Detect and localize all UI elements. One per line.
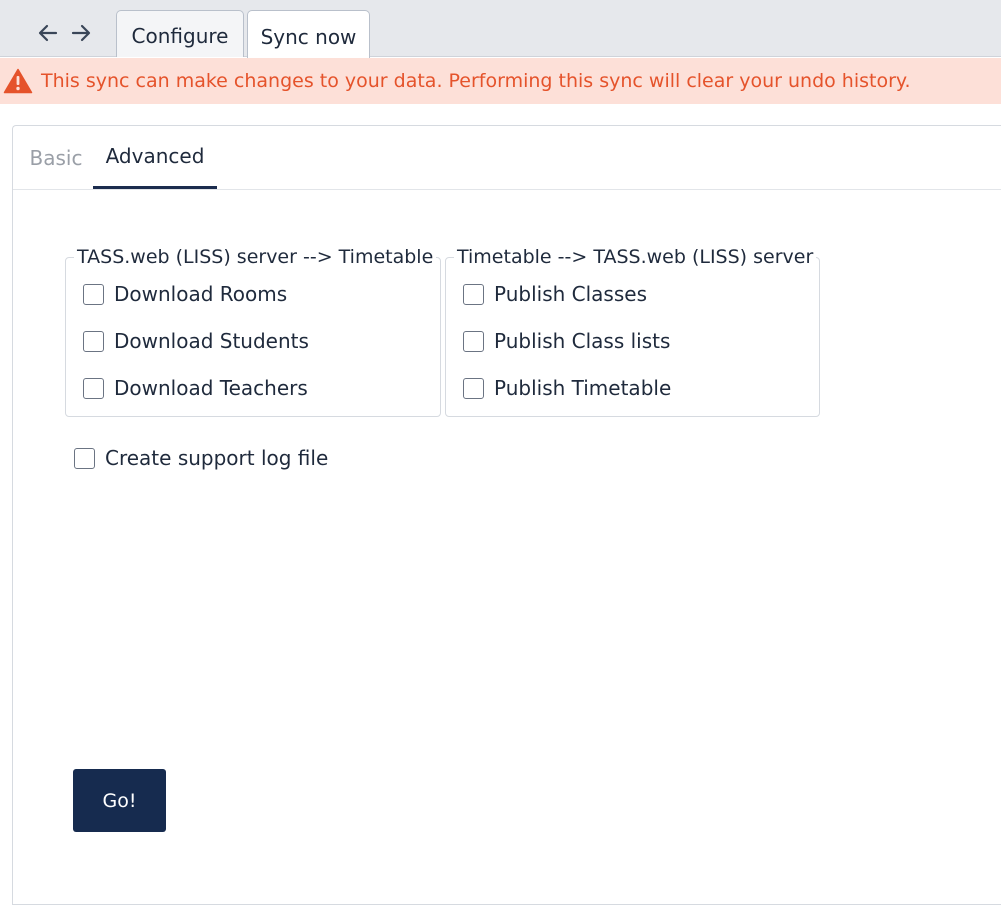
arrow-left-icon — [38, 24, 58, 42]
warning-banner: This sync can make changes to your data.… — [0, 58, 1001, 104]
tab-sync-now[interactable]: Sync now — [247, 10, 370, 58]
download-students-label: Download Students — [114, 329, 309, 353]
warning-text: This sync can make changes to your data.… — [41, 70, 911, 92]
download-group-legend: TASS.web (LISS) server --> Timetable — [74, 246, 437, 268]
support-log-checkbox[interactable]: Create support log file — [74, 446, 328, 470]
tab-configure[interactable]: Configure — [116, 10, 244, 57]
tab-basic[interactable]: Basic — [21, 126, 91, 189]
publish-timetable-label: Publish Timetable — [494, 376, 672, 400]
back-button[interactable] — [35, 20, 61, 46]
forward-button[interactable] — [68, 20, 94, 46]
download-students-checkbox[interactable]: Download Students — [83, 329, 309, 353]
publish-timetable-checkbox[interactable]: Publish Timetable — [463, 376, 671, 400]
checkbox-box[interactable] — [463, 283, 484, 305]
warning-triangle-icon — [3, 68, 33, 94]
checkbox-box[interactable] — [83, 330, 104, 352]
download-rooms-checkbox[interactable]: Download Rooms — [83, 282, 287, 306]
tab-sync-now-label: Sync now — [260, 24, 357, 49]
top-bar: Configure Sync now — [0, 0, 1001, 58]
support-log-label: Create support log file — [105, 446, 329, 470]
download-group: TASS.web (LISS) server --> Timetable Dow… — [65, 246, 441, 417]
tab-configure-label: Configure — [131, 24, 229, 48]
publish-group-legend: Timetable --> TASS.web (LISS) server — [454, 246, 817, 268]
publish-class-lists-label: Publish Class lists — [494, 329, 671, 353]
publish-group: Timetable --> TASS.web (LISS) server Pub… — [445, 246, 820, 417]
checkbox-box[interactable] — [83, 377, 104, 399]
arrow-right-icon — [71, 24, 91, 42]
publish-class-lists-checkbox[interactable]: Publish Class lists — [463, 329, 670, 353]
checkbox-box[interactable] — [83, 283, 104, 305]
checkbox-box[interactable] — [463, 377, 484, 399]
subtab-bar: Basic Advanced — [13, 126, 1001, 190]
publish-classes-checkbox[interactable]: Publish Classes — [463, 282, 647, 306]
tab-basic-label: Basic — [29, 145, 83, 170]
sync-panel: Basic Advanced TASS.web (LISS) server --… — [12, 125, 1001, 905]
download-teachers-label: Download Teachers — [114, 376, 308, 400]
tab-advanced[interactable]: Advanced — [93, 126, 217, 189]
publish-classes-label: Publish Classes — [494, 282, 647, 306]
go-button-label: Go! — [102, 789, 137, 812]
tab-advanced-label: Advanced — [105, 144, 205, 168]
checkbox-box[interactable] — [74, 447, 95, 469]
go-button[interactable]: Go! — [73, 769, 166, 832]
checkbox-box[interactable] — [463, 330, 484, 352]
download-teachers-checkbox[interactable]: Download Teachers — [83, 376, 308, 400]
download-rooms-label: Download Rooms — [114, 282, 288, 306]
